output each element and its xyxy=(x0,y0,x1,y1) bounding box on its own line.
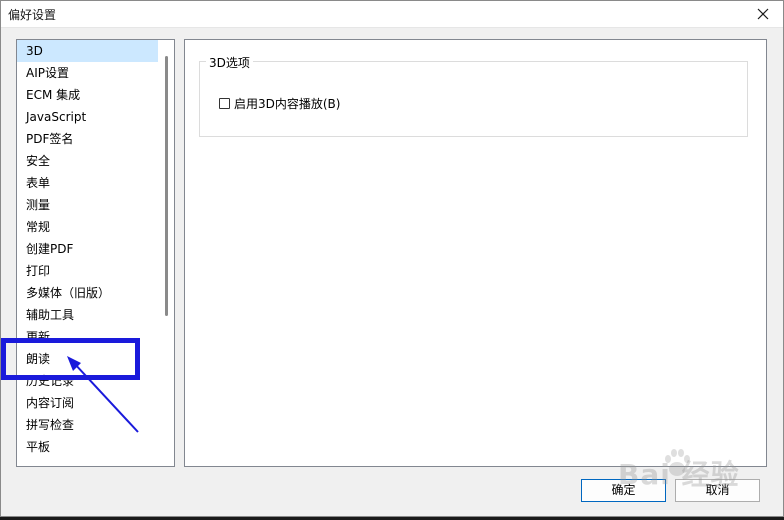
category-item-spelling[interactable]: 拼写检查 xyxy=(17,414,158,436)
close-icon xyxy=(757,8,769,20)
title-bar: 偏好设置 xyxy=(1,1,783,28)
category-item-subscriptions[interactable]: 内容订阅 xyxy=(17,392,158,414)
settings-panel: 3D选项 启用3D内容播放(B) xyxy=(184,39,767,467)
cancel-button[interactable]: 取消 xyxy=(675,479,760,502)
enable-3d-checkbox[interactable] xyxy=(219,98,230,109)
category-item-history[interactable]: 历史记录 xyxy=(17,370,158,392)
enable-3d-checkbox-label: 启用3D内容播放(B) xyxy=(234,97,341,111)
category-item-multimedia-legacy[interactable]: 多媒体（旧版） xyxy=(17,282,158,304)
close-button[interactable] xyxy=(743,1,783,27)
category-item-forms[interactable]: 表单 xyxy=(17,172,158,194)
category-item-create-pdf[interactable]: 创建PDF xyxy=(17,238,158,260)
category-list-panel: 3D AIP设置 ECM 集成 JavaScript PDF签名 安全 表单 测… xyxy=(16,39,175,467)
category-item-pdf-signature[interactable]: PDF签名 xyxy=(17,128,158,150)
group-title: 3D选项 xyxy=(206,54,253,71)
category-item-3d[interactable]: 3D xyxy=(17,40,158,62)
category-item-aip[interactable]: AIP设置 xyxy=(17,62,158,84)
window-title: 偏好设置 xyxy=(8,8,57,22)
category-list-scrollbar[interactable] xyxy=(158,40,174,466)
enable-3d-checkbox-row[interactable]: 启用3D内容播放(B) xyxy=(219,95,340,112)
category-item-print[interactable]: 打印 xyxy=(17,260,158,282)
category-item-ecm[interactable]: ECM 集成 xyxy=(17,84,158,106)
category-item-measuring[interactable]: 测量 xyxy=(17,194,158,216)
category-item-security[interactable]: 安全 xyxy=(17,150,158,172)
category-item-javascript[interactable]: JavaScript xyxy=(17,106,158,128)
scrollbar-thumb[interactable] xyxy=(165,56,168,316)
3d-options-group: 3D选项 启用3D内容播放(B) xyxy=(199,54,748,137)
category-item-partial[interactable] xyxy=(17,458,158,466)
category-item-general[interactable]: 常规 xyxy=(17,216,158,238)
category-item-reading[interactable]: 朗读 xyxy=(17,348,158,370)
category-item-updater[interactable]: 更新 xyxy=(17,326,158,348)
category-list: 3D AIP设置 ECM 集成 JavaScript PDF签名 安全 表单 测… xyxy=(17,40,158,466)
ok-button[interactable]: 确定 xyxy=(581,479,666,502)
category-item-tablet[interactable]: 平板 xyxy=(17,436,158,458)
preferences-dialog: 偏好设置 3D AIP设置 ECM 集成 JavaScript PDF签名 安全… xyxy=(0,0,784,517)
category-item-accessibility[interactable]: 辅助工具 xyxy=(17,304,158,326)
